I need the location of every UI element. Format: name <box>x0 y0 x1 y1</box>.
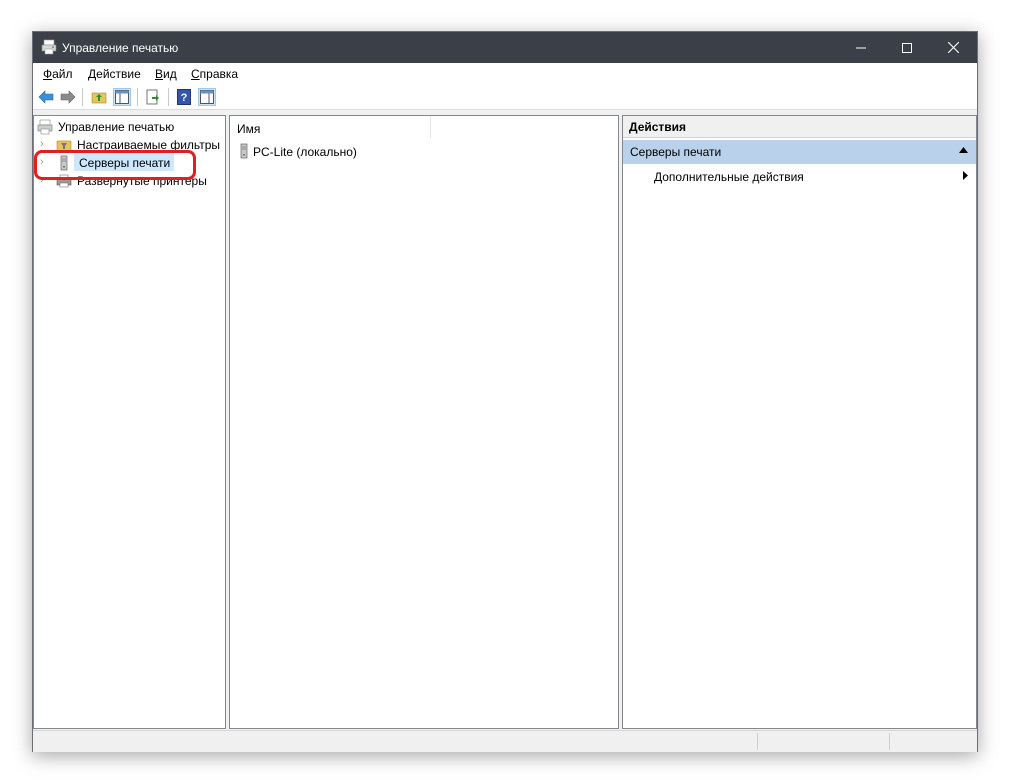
server-icon <box>60 155 68 171</box>
list-item-label: PC-Lite (локально) <box>253 145 357 159</box>
show-hide-console-tree-button[interactable] <box>113 88 131 106</box>
tree-item-label: Серверы печати <box>79 156 171 170</box>
actions-header: Действия <box>623 116 976 138</box>
minimize-button[interactable] <box>838 32 884 63</box>
actions-header-label: Действия <box>629 120 687 134</box>
maximize-icon <box>902 42 912 53</box>
back-button[interactable] <box>37 88 55 106</box>
folder-up-icon <box>91 92 107 104</box>
menu-file[interactable]: Файл <box>43 67 73 81</box>
back-arrow-icon <box>38 90 54 104</box>
column-header-name[interactable]: Имя <box>230 116 431 138</box>
expand-chevron-icon[interactable]: › <box>40 157 48 168</box>
console-tree-pane: Управление печатью › Настраиваемые фильт… <box>33 115 226 729</box>
print-management-icon <box>37 119 53 135</box>
forward-button[interactable] <box>59 88 77 106</box>
expand-chevron-icon[interactable]: › <box>40 139 48 150</box>
forward-arrow-icon <box>60 90 76 104</box>
menu-help[interactable]: Справка <box>191 67 238 81</box>
results-list-pane: Имя PC-Lite (локально) <box>229 115 619 729</box>
printer-icon <box>56 174 72 188</box>
export-list-button[interactable] <box>144 88 162 106</box>
console-tree-icon <box>115 90 129 104</box>
tree-root-print-management[interactable]: Управление печатью <box>34 118 224 136</box>
tree-root-label: Управление печатью <box>58 120 175 134</box>
action-pane-icon <box>200 90 214 104</box>
action-item-label: Дополнительные действия <box>654 170 804 184</box>
status-bar-divider <box>889 733 890 750</box>
menu-bar: Файл Действие Вид Справка <box>33 63 977 85</box>
svg-text:?: ? <box>181 92 188 104</box>
status-bar-divider <box>757 733 758 750</box>
export-list-icon <box>146 89 159 105</box>
title-bar[interactable]: Управление печатью <box>33 32 977 63</box>
window-title: Управление печатью <box>62 41 179 55</box>
action-more-actions[interactable]: Дополнительные действия <box>623 165 976 187</box>
close-button[interactable] <box>930 32 976 63</box>
toolbar: ? <box>33 85 977 110</box>
toolbar-separator <box>168 88 169 106</box>
actions-group-label: Серверы печати <box>630 145 722 159</box>
close-icon <box>947 42 959 53</box>
show-hide-action-pane-button[interactable] <box>198 88 216 106</box>
menu-view[interactable]: Вид <box>155 67 177 81</box>
server-icon <box>240 143 248 159</box>
status-bar <box>33 730 977 752</box>
tree-item-print-servers[interactable]: › Серверы печати <box>34 153 224 172</box>
submenu-arrow-icon <box>963 171 968 180</box>
folder-filter-icon <box>56 140 72 152</box>
toolbar-separator <box>137 88 138 106</box>
help-button[interactable]: ? <box>175 88 193 106</box>
tree-item-custom-filters[interactable]: › Настраиваемые фильтры <box>34 136 224 154</box>
minimize-icon <box>856 47 866 48</box>
actions-group-print-servers[interactable]: Серверы печати <box>623 140 976 164</box>
print-management-window: Управление печатью Файл Действие Вид Спр… <box>32 31 978 752</box>
print-management-app-icon <box>41 39 57 55</box>
collapse-triangle-icon[interactable] <box>959 147 968 153</box>
actions-pane: Действия Серверы печати Дополнительные д… <box>622 115 977 729</box>
help-icon: ? <box>177 89 191 105</box>
tree-item-deployed-printers[interactable]: › Развернутые принтеры <box>34 172 224 190</box>
expand-chevron-icon[interactable]: › <box>40 175 48 186</box>
menu-action[interactable]: Действие <box>88 67 141 81</box>
toolbar-separator <box>82 88 83 106</box>
list-item[interactable]: PC-Lite (локально) <box>236 143 436 161</box>
tree-item-label: Настраиваемые фильтры <box>77 138 221 152</box>
column-header-label: Имя <box>237 122 261 136</box>
tree-item-label: Развернутые принтеры <box>77 174 207 188</box>
maximize-button[interactable] <box>884 32 930 63</box>
up-level-button[interactable] <box>90 88 108 106</box>
